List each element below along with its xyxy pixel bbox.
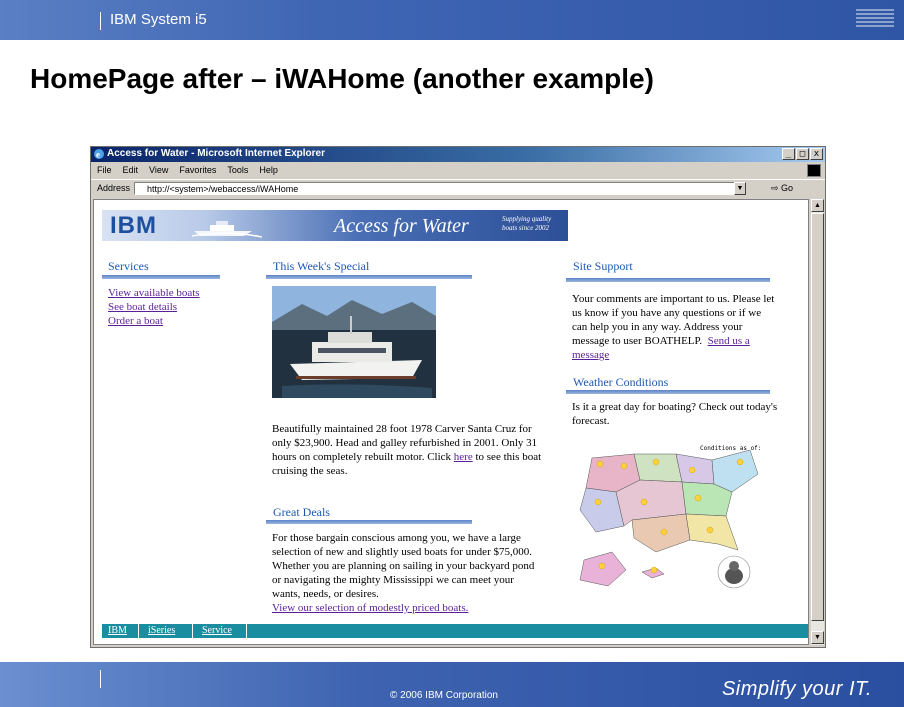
menu-view[interactable]: View (149, 165, 168, 175)
footer-iseries-link[interactable]: iSeries (148, 625, 175, 636)
special-heading: This Week's Special (273, 259, 370, 273)
footer-divider (192, 624, 193, 638)
footer-divider (246, 624, 247, 638)
scroll-thumb[interactable] (811, 213, 824, 621)
address-bar: Address http://<system>/webaccess/iWAHom… (91, 179, 825, 197)
address-label: Address (97, 183, 131, 193)
window-title: Access for Water - Microsoft Internet Ex… (107, 148, 326, 159)
menu-bar: File Edit View Favorites Tools Help (91, 163, 825, 178)
view-boats-link[interactable]: View available boats (108, 286, 200, 300)
services-list: View available boats See boat details Or… (108, 286, 200, 328)
menu-file[interactable]: File (97, 165, 112, 175)
footer-ibm-link[interactable]: IBM (108, 625, 127, 636)
special-description: Beautifully maintained 28 foot 1978 Carv… (272, 422, 542, 478)
browser-window: e Access for Water - Microsoft Internet … (90, 146, 826, 648)
footer-service-link[interactable]: Service (202, 625, 232, 636)
banner-tagline-line1: Supplying quality (502, 215, 552, 223)
scroll-down-button[interactable]: ▼ (811, 631, 824, 644)
svg-text:e: e (96, 150, 100, 160)
order-boat-link[interactable]: Order a boat (108, 314, 200, 328)
site-footer-bar: IBM iSeries Service (102, 624, 808, 638)
address-dropdown-button[interactable]: ▼ (734, 182, 746, 195)
support-heading: Site Support (573, 259, 633, 273)
deals-description: For those bargain conscious among you, w… (272, 531, 544, 615)
footer-divider (138, 624, 139, 638)
banner-ibm-logo: IBM (110, 212, 157, 239)
go-button[interactable]: ⇨ Go (771, 183, 793, 194)
slide-title: HomePage after – iWAHome (another exampl… (30, 63, 654, 94)
banner-tagline: Supplying quality boats since 2002 (502, 215, 551, 233)
footer-divider (100, 670, 101, 688)
deals-text: For those bargain conscious among you, w… (272, 532, 535, 600)
maximize-button[interactable]: □ (796, 148, 809, 160)
support-rule (566, 278, 770, 282)
deals-heading: Great Deals (273, 505, 330, 519)
menu-edit[interactable]: Edit (123, 165, 139, 175)
menu-tools[interactable]: Tools (227, 165, 248, 175)
banner-tagline-line2: boats since 2002 (502, 224, 550, 232)
copyright: © 2006 IBM Corporation (390, 690, 498, 701)
ibm-logo-icon (856, 9, 894, 27)
weather-text: Is it a great day for boating? Check out… (572, 401, 778, 427)
tagline: Simplify your IT. (721, 678, 872, 700)
close-button[interactable]: x (810, 148, 823, 160)
minimize-button[interactable]: _ (782, 148, 795, 160)
slide-header: IBM System i5 (0, 0, 904, 40)
deals-rule (266, 520, 472, 524)
support-description: Your comments are important to us. Pleas… (572, 292, 778, 362)
boat-icon (192, 221, 262, 238)
site-banner: IBM Access for Water Supplying quality bo… (102, 210, 568, 241)
slide-footer: © 2006 IBM Corporation Simplify your IT. (0, 662, 904, 707)
weather-map[interactable]: Conditions as of: (572, 440, 762, 598)
go-label: Go (781, 183, 794, 193)
vertical-scrollbar[interactable]: ▲ ▼ (811, 199, 824, 645)
window-controls: _ □ x (782, 148, 823, 160)
browser-titlebar: e Access for Water - Microsoft Internet … (91, 147, 825, 162)
windows-logo-icon (807, 164, 821, 177)
header-divider (100, 12, 101, 30)
weather-rule (566, 390, 770, 394)
services-rule (102, 275, 220, 279)
slide-brand: IBM System i5 (110, 11, 207, 28)
menu-favorites[interactable]: Favorites (179, 165, 216, 175)
banner-title: Access for Water (334, 215, 469, 237)
weather-map-caption: Conditions as of: (700, 445, 761, 452)
menu-help[interactable]: Help (259, 165, 278, 175)
deals-link[interactable]: View our selection of modestly priced bo… (272, 602, 468, 614)
special-here-link[interactable]: here (454, 451, 473, 463)
services-heading: Services (108, 259, 149, 273)
boat-details-link[interactable]: See boat details (108, 300, 200, 314)
page-viewport: IBM Access for Water Supplying quality bo… (93, 199, 809, 645)
weather-heading: Weather Conditions (573, 375, 669, 389)
address-input[interactable]: http://<system>/webaccess/iWAHome (134, 182, 746, 195)
address-url: http://<system>/webaccess/iWAHome (147, 184, 299, 194)
boat-photo (272, 286, 436, 398)
special-rule (266, 275, 472, 279)
ie-icon: e (94, 149, 104, 160)
scroll-up-button[interactable]: ▲ (811, 199, 824, 212)
